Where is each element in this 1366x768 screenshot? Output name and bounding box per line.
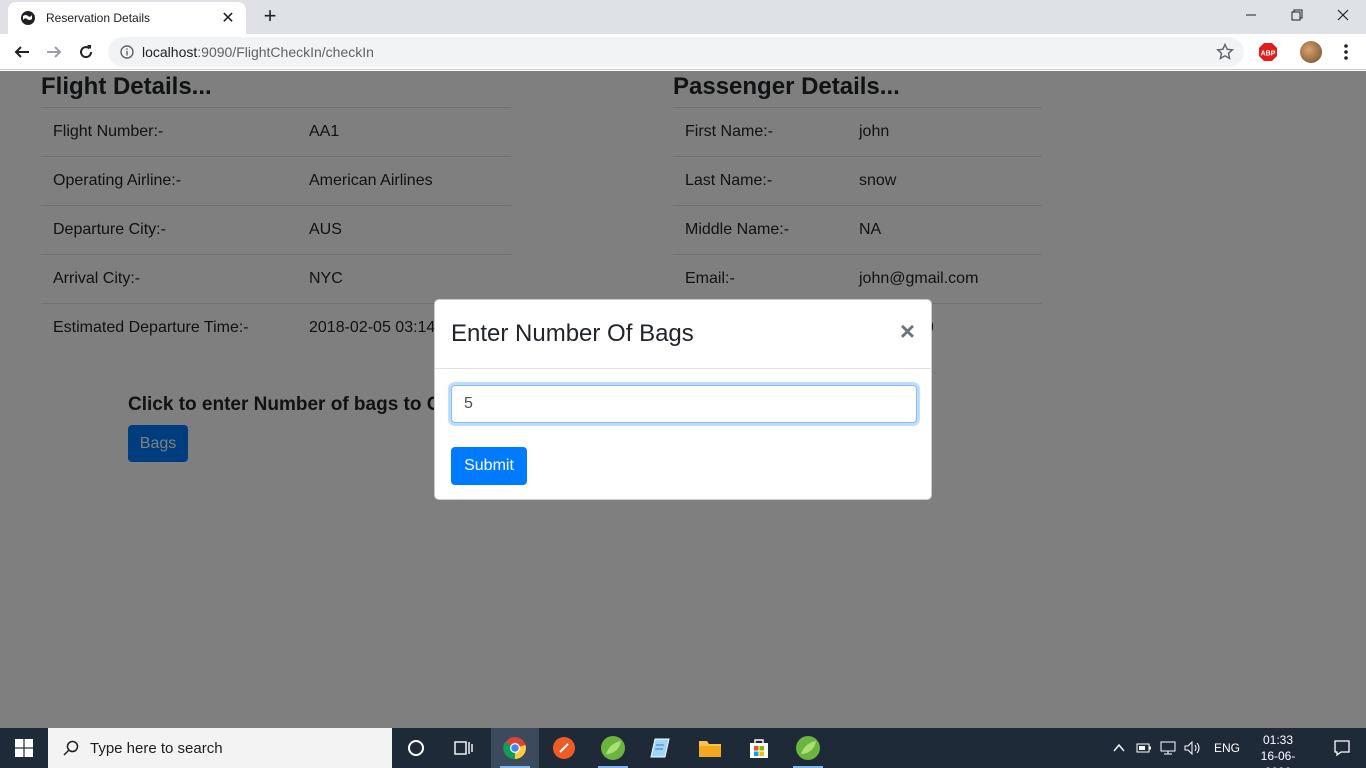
windows-taskbar: Type here to search ENG 01:33 16-06-: [0, 728, 1366, 768]
modal-close-button[interactable]: ×: [900, 318, 915, 344]
forward-button[interactable]: [42, 40, 66, 64]
browser-tab-strip: Reservation Details ✕ +: [0, 0, 1366, 34]
abp-label: ABP: [1261, 51, 1276, 58]
battery-icon[interactable]: [1136, 741, 1152, 755]
globe-icon: [21, 11, 35, 25]
postman-icon: [553, 737, 575, 759]
tab-close-icon[interactable]: ✕: [220, 8, 236, 28]
windows-logo-icon: [15, 739, 33, 757]
notepad-icon: [650, 738, 670, 758]
network-icon[interactable]: [1160, 741, 1176, 755]
taskbar-notepad[interactable]: [637, 728, 685, 768]
profile-avatar[interactable]: [1300, 41, 1322, 63]
clock-time: 01:33: [1262, 733, 1294, 747]
close-icon: [1337, 9, 1349, 21]
task-view-button[interactable]: [440, 728, 488, 768]
volume-icon[interactable]: [1184, 741, 1202, 755]
submit-button[interactable]: Submit: [451, 447, 527, 485]
spring-leaf-icon: [601, 736, 625, 760]
info-icon[interactable]: [120, 45, 134, 59]
store-bag-icon: [750, 739, 768, 758]
bags-modal: Enter Number Of Bags × 5 Submit: [434, 299, 932, 500]
taskbar-chrome[interactable]: [491, 728, 539, 768]
taskbar-store[interactable]: [735, 728, 783, 768]
search-icon: [63, 740, 79, 756]
clock-date: 16-06-2020: [1260, 749, 1296, 768]
taskbar-spring-tool-2[interactable]: [784, 728, 832, 768]
task-view-icon: [454, 741, 473, 755]
adblock-plus-icon[interactable]: ABP: [1258, 42, 1278, 62]
chrome-icon: [503, 737, 526, 760]
chevron-up-icon[interactable]: [1112, 741, 1126, 755]
more-menu-icon[interactable]: [1336, 42, 1356, 62]
address-bar[interactable]: localhost:9090/FlightCheckIn/checkIn: [108, 37, 1244, 67]
taskbar-postman[interactable]: [540, 728, 588, 768]
reload-button[interactable]: [74, 40, 98, 64]
search-placeholder: Type here to search: [90, 739, 223, 757]
new-tab-button[interactable]: +: [259, 5, 281, 27]
modal-title: Enter Number Of Bags: [451, 320, 694, 347]
notification-icon: [1334, 740, 1350, 757]
cortana-circle-icon: [408, 740, 424, 756]
taskbar-search-box[interactable]: Type here to search: [48, 728, 392, 768]
minimize-icon: [1246, 14, 1256, 16]
restore-button[interactable]: [1274, 0, 1320, 30]
restore-icon: [1291, 9, 1303, 21]
back-button[interactable]: [10, 40, 34, 64]
close-window-button[interactable]: [1320, 0, 1366, 30]
taskbar-clock[interactable]: 01:33 16-06-2020: [1250, 732, 1306, 768]
system-tray: ENG: [1112, 728, 1240, 768]
browser-tab[interactable]: Reservation Details ✕: [8, 2, 246, 34]
start-button[interactable]: [0, 728, 48, 768]
modal-header: Enter Number Of Bags ×: [435, 300, 931, 369]
folder-icon: [699, 741, 721, 757]
cortana-button[interactable]: [392, 728, 440, 768]
url-path: :9090/FlightCheckIn/checkIn: [197, 44, 374, 60]
bags-count-input[interactable]: 5: [451, 385, 917, 423]
browser-toolbar: localhost:9090/FlightCheckIn/checkIn ABP: [0, 34, 1366, 70]
arrow-right-icon: [47, 46, 62, 58]
tab-title: Reservation Details: [46, 11, 151, 25]
url-host: localhost: [142, 44, 198, 60]
reload-icon: [80, 45, 93, 59]
taskbar-file-explorer[interactable]: [686, 728, 734, 768]
bookmark-star-icon[interactable]: [1216, 43, 1234, 61]
taskbar-spring-tool[interactable]: [589, 728, 637, 768]
action-center-button[interactable]: [1318, 728, 1366, 768]
minimize-button[interactable]: [1228, 0, 1274, 30]
language-indicator[interactable]: ENG: [1214, 741, 1240, 755]
spring-leaf-icon: [796, 736, 820, 760]
arrow-left-icon: [14, 46, 29, 58]
